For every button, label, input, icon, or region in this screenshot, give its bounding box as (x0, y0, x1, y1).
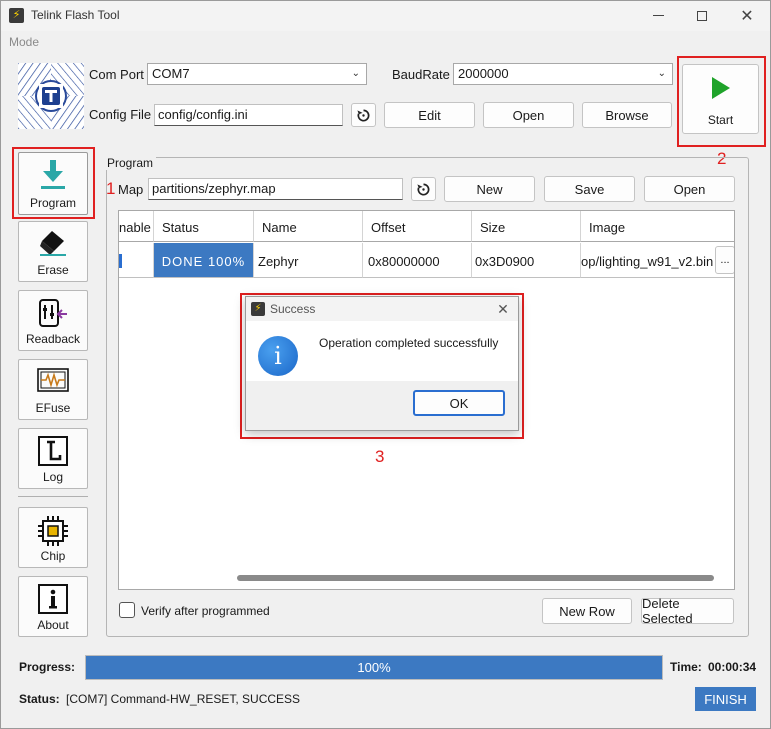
time-value: 00:00:34 (708, 660, 757, 674)
edit-config-button[interactable]: Edit (384, 102, 475, 128)
eraser-icon (40, 231, 66, 256)
sidebar-item-label: Chip (40, 549, 66, 563)
finish-badge: FINISH (695, 687, 756, 711)
size-cell[interactable]: 0x3D0900 (472, 243, 581, 278)
sidebar-item-erase[interactable]: Erase (18, 221, 88, 282)
dialog-message: Operation completed successfully (319, 336, 499, 350)
column-header-image[interactable]: Image (581, 211, 734, 242)
column-header-status[interactable]: Status (154, 211, 254, 242)
sidebar-item-label: Erase (37, 263, 69, 277)
sidebar-item-log[interactable]: Log (18, 428, 88, 489)
name-cell[interactable]: Zephyr (254, 243, 363, 278)
com-port-value: COM7 (152, 66, 190, 81)
info-icon: i (258, 336, 298, 376)
enable-cell[interactable] (119, 243, 154, 278)
telink-logo (18, 63, 84, 129)
baudrate-value: 2000000 (458, 66, 509, 81)
info-icon (38, 584, 68, 614)
maximize-button[interactable] (679, 1, 725, 30)
dialog-close-button[interactable]: ✕ (491, 298, 515, 320)
reload-config-button[interactable] (351, 103, 376, 127)
delete-selected-button[interactable]: Delete Selected (641, 596, 734, 626)
map-input[interactable]: partitions/zephyr.map (148, 178, 403, 200)
readback-icon (39, 299, 67, 327)
column-header-offset[interactable]: Offset (363, 211, 472, 242)
app-icon: ⚡ (9, 8, 24, 23)
dialog-app-icon: ⚡ (251, 302, 265, 316)
status-label: Status: (19, 692, 60, 706)
open-map-button[interactable]: Open (644, 176, 735, 202)
sidebar-item-about[interactable]: About (18, 576, 88, 637)
enable-checkbox[interactable] (119, 254, 122, 268)
verify-label[interactable]: Verify after programmed (141, 604, 270, 618)
dialog-title: Success (270, 302, 316, 316)
column-header-enable[interactable]: nable (119, 211, 154, 242)
new-row-button[interactable]: New Row (542, 598, 632, 624)
column-header-size[interactable]: Size (472, 211, 581, 242)
image-path: op/lighting_w91_v2.bin (581, 254, 714, 269)
start-label: Start (707, 113, 734, 127)
baudrate-select[interactable]: 2000000 ⌄ (453, 63, 673, 85)
refresh-icon (357, 109, 370, 121)
refresh-icon (417, 183, 430, 195)
status-text: [COM7] Command-HW_RESET, SUCCESS (66, 692, 301, 706)
browse-config-button[interactable]: Browse (582, 102, 672, 128)
browse-image-button[interactable]: ... (715, 246, 734, 274)
close-button[interactable]: ✕ (724, 1, 770, 30)
sidebar-item-label: Program (29, 196, 76, 210)
new-map-button[interactable]: New (444, 176, 535, 202)
sidebar-item-readback[interactable]: Readback (18, 290, 88, 351)
chevron-down-icon: ⌄ (351, 68, 360, 79)
open-config-button[interactable]: Open (483, 102, 574, 128)
maximize-icon (697, 10, 707, 21)
com-port-select[interactable]: COM7 ⌄ (147, 63, 367, 85)
progress-label: Progress: (19, 660, 76, 674)
column-header-name[interactable]: Name (254, 211, 363, 242)
minimize-button[interactable] (635, 1, 681, 30)
close-icon: ✕ (740, 7, 754, 25)
program-group-title: Program (104, 156, 157, 170)
chevron-down-icon: ⌄ (657, 68, 666, 79)
sidebar-item-program[interactable]: Program (18, 152, 88, 215)
reload-map-button[interactable] (411, 177, 436, 201)
table-horizontal-scrollbar[interactable] (237, 575, 714, 581)
progress-value: 100% (357, 660, 391, 675)
ok-button[interactable]: OK (413, 390, 505, 416)
sidebar-divider (18, 496, 88, 497)
config-file-label: Config File (89, 107, 152, 122)
success-dialog: ⚡ Success ✕ i Operation completed succes… (245, 296, 519, 431)
dialog-title-bar: ⚡ Success ✕ (246, 297, 518, 321)
verify-checkbox[interactable] (119, 602, 135, 618)
time-label: Time: (670, 660, 702, 674)
annotation-number-3: 3 (375, 447, 385, 466)
play-icon (712, 77, 730, 99)
save-map-button[interactable]: Save (544, 176, 635, 202)
sidebar-item-label: About (37, 618, 69, 632)
minimize-icon (652, 15, 664, 16)
offset-cell[interactable]: 0x80000000 (363, 243, 472, 278)
sidebar-item-label: Log (42, 470, 64, 484)
image-cell[interactable]: op/lighting_w91_v2.bin (581, 243, 734, 278)
chip-icon (38, 516, 68, 546)
config-file-input[interactable]: config/config.ini (154, 104, 343, 126)
dialog-body: i Operation completed successfully (246, 321, 518, 381)
sidebar-item-label: Readback (25, 332, 81, 346)
sidebar-item-efuse[interactable]: EFuse (18, 359, 88, 420)
menu-mode[interactable]: Mode (9, 35, 39, 49)
status-cell: DONE 100% (154, 243, 254, 278)
baudrate-label: BaudRate (392, 67, 450, 82)
download-icon (41, 160, 65, 189)
map-label: Map (118, 182, 144, 197)
sidebar-item-label: EFuse (35, 401, 71, 415)
fuse-icon (37, 368, 69, 392)
window-title: Telink Flash Tool (31, 8, 120, 22)
sidebar-item-chip[interactable]: Chip (18, 507, 88, 568)
start-button[interactable]: Start (682, 64, 759, 134)
log-icon (38, 436, 68, 466)
com-port-label: Com Port (89, 67, 144, 82)
close-icon: ✕ (497, 300, 509, 317)
